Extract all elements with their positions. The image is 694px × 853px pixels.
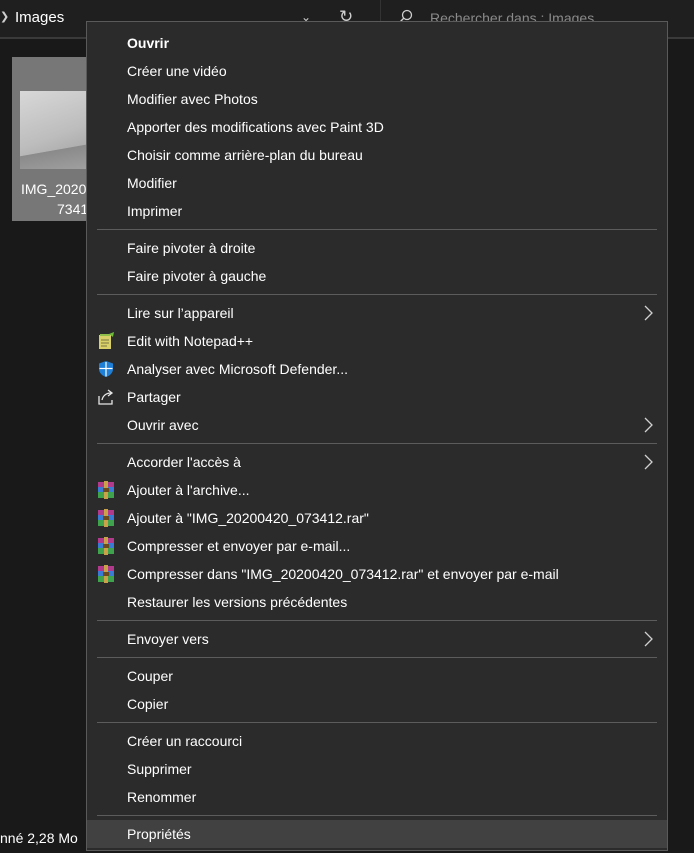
menu-separator: [97, 443, 657, 444]
menu-item-label: Analyser avec Microsoft Defender...: [127, 361, 348, 377]
menu-item-label: Modifier: [127, 175, 177, 191]
submenu-chevron-icon: [644, 454, 653, 470]
breadcrumb-chevron-icon[interactable]: ❯: [0, 10, 9, 23]
context-menu: Ouvrir Créer une vidéo Modifier avec Pho…: [86, 21, 668, 851]
file-name-line2: 7341: [57, 201, 89, 217]
menu-item-label: Compresser et envoyer par e-mail...: [127, 538, 351, 554]
menu-item-label: Créer une vidéo: [127, 63, 227, 79]
menu-item-open[interactable]: Ouvrir: [87, 29, 667, 57]
menu-item-edit-notepadpp[interactable]: Edit with Notepad++: [87, 327, 667, 355]
menu-item-label: Ouvrir avec: [127, 417, 199, 433]
winrar-icon: [98, 481, 114, 499]
menu-item-compress-email[interactable]: Compresser et envoyer par e-mail...: [87, 532, 667, 560]
menu-item-label: Faire pivoter à gauche: [127, 268, 267, 284]
menu-item-share[interactable]: Partager: [87, 383, 667, 411]
menu-item-label: Supprimer: [127, 761, 192, 777]
menu-item-label: Accorder l'accès à: [127, 454, 241, 470]
menu-item-properties[interactable]: Propriétés: [87, 820, 667, 848]
menu-item-add-to-rar[interactable]: Ajouter à "IMG_20200420_073412.rar": [87, 504, 667, 532]
menu-item-rotate-left[interactable]: Faire pivoter à gauche: [87, 262, 667, 290]
menu-item-label: Choisir comme arrière-plan du bureau: [127, 147, 363, 163]
winrar-icon: [98, 509, 114, 527]
submenu-chevron-icon: [644, 305, 653, 321]
menu-item-open-with[interactable]: Ouvrir avec: [87, 411, 667, 439]
status-selection-size: nné 2,28 Mo: [0, 830, 78, 846]
menu-item-add-to-archive[interactable]: Ajouter à l'archive...: [87, 476, 667, 504]
menu-item-label: Envoyer vers: [127, 631, 209, 647]
menu-item-defender-scan[interactable]: Analyser avec Microsoft Defender...: [87, 355, 667, 383]
menu-item-edit-photos[interactable]: Modifier avec Photos: [87, 85, 667, 113]
menu-item-label: Ajouter à l'archive...: [127, 482, 250, 498]
menu-item-delete[interactable]: Supprimer: [87, 755, 667, 783]
menu-item-label: Imprimer: [127, 203, 183, 219]
menu-item-cut[interactable]: Couper: [87, 662, 667, 690]
menu-item-send-to[interactable]: Envoyer vers: [87, 625, 667, 653]
menu-separator: [97, 815, 657, 816]
file-name-line1: IMG_20200: [21, 181, 95, 197]
winrar-icon: [98, 537, 114, 555]
menu-separator: [97, 229, 657, 230]
menu-item-create-video[interactable]: Créer une vidéo: [87, 57, 667, 85]
defender-shield-icon: [99, 361, 113, 377]
menu-item-give-access[interactable]: Accorder l'accès à: [87, 448, 667, 476]
menu-item-label: Lire sur l’appareil: [127, 305, 234, 321]
menu-item-print[interactable]: Imprimer: [87, 197, 667, 225]
menu-item-edit-paint3d[interactable]: Apporter des modifications avec Paint 3D: [87, 113, 667, 141]
menu-item-copy[interactable]: Copier: [87, 690, 667, 718]
menu-separator: [97, 657, 657, 658]
share-icon: [98, 389, 114, 405]
menu-item-label: Copier: [127, 696, 169, 712]
menu-item-rotate-right[interactable]: Faire pivoter à droite: [87, 234, 667, 262]
menu-item-label: Partager: [127, 389, 181, 405]
menu-item-label: Couper: [127, 668, 173, 684]
menu-item-label: Restaurer les versions précédentes: [127, 594, 348, 610]
menu-item-cast-to-device[interactable]: Lire sur l’appareil: [87, 299, 667, 327]
submenu-chevron-icon: [644, 631, 653, 647]
notepadpp-icon: [99, 332, 114, 349]
menu-separator: [97, 620, 657, 621]
menu-item-label: Modifier avec Photos: [127, 91, 258, 107]
menu-item-label: Propriétés: [127, 826, 191, 842]
menu-item-create-shortcut[interactable]: Créer un raccourci: [87, 727, 667, 755]
menu-item-set-wallpaper[interactable]: Choisir comme arrière-plan du bureau: [87, 141, 667, 169]
menu-item-compress-rar-email[interactable]: Compresser dans "IMG_20200420_073412.rar…: [87, 560, 667, 588]
menu-item-edit[interactable]: Modifier: [87, 169, 667, 197]
menu-item-label: Compresser dans "IMG_20200420_073412.rar…: [127, 566, 559, 582]
menu-item-label: Apporter des modifications avec Paint 3D: [127, 119, 384, 135]
menu-item-label: Créer un raccourci: [127, 733, 243, 749]
menu-item-label: Ajouter à "IMG_20200420_073412.rar": [127, 510, 369, 526]
menu-item-label: Renommer: [127, 789, 197, 805]
submenu-chevron-icon: [644, 417, 653, 433]
menu-item-label: Edit with Notepad++: [127, 333, 254, 349]
menu-separator: [97, 722, 657, 723]
menu-item-restore-versions[interactable]: Restaurer les versions précédentes: [87, 588, 667, 616]
address-bar-location[interactable]: Images: [15, 9, 64, 26]
winrar-icon: [98, 565, 114, 583]
menu-item-rename[interactable]: Renommer: [87, 783, 667, 811]
menu-item-label: Ouvrir: [127, 35, 170, 51]
menu-item-label: Faire pivoter à droite: [127, 240, 256, 256]
image-thumbnail: [20, 91, 92, 169]
menu-separator: [97, 294, 657, 295]
